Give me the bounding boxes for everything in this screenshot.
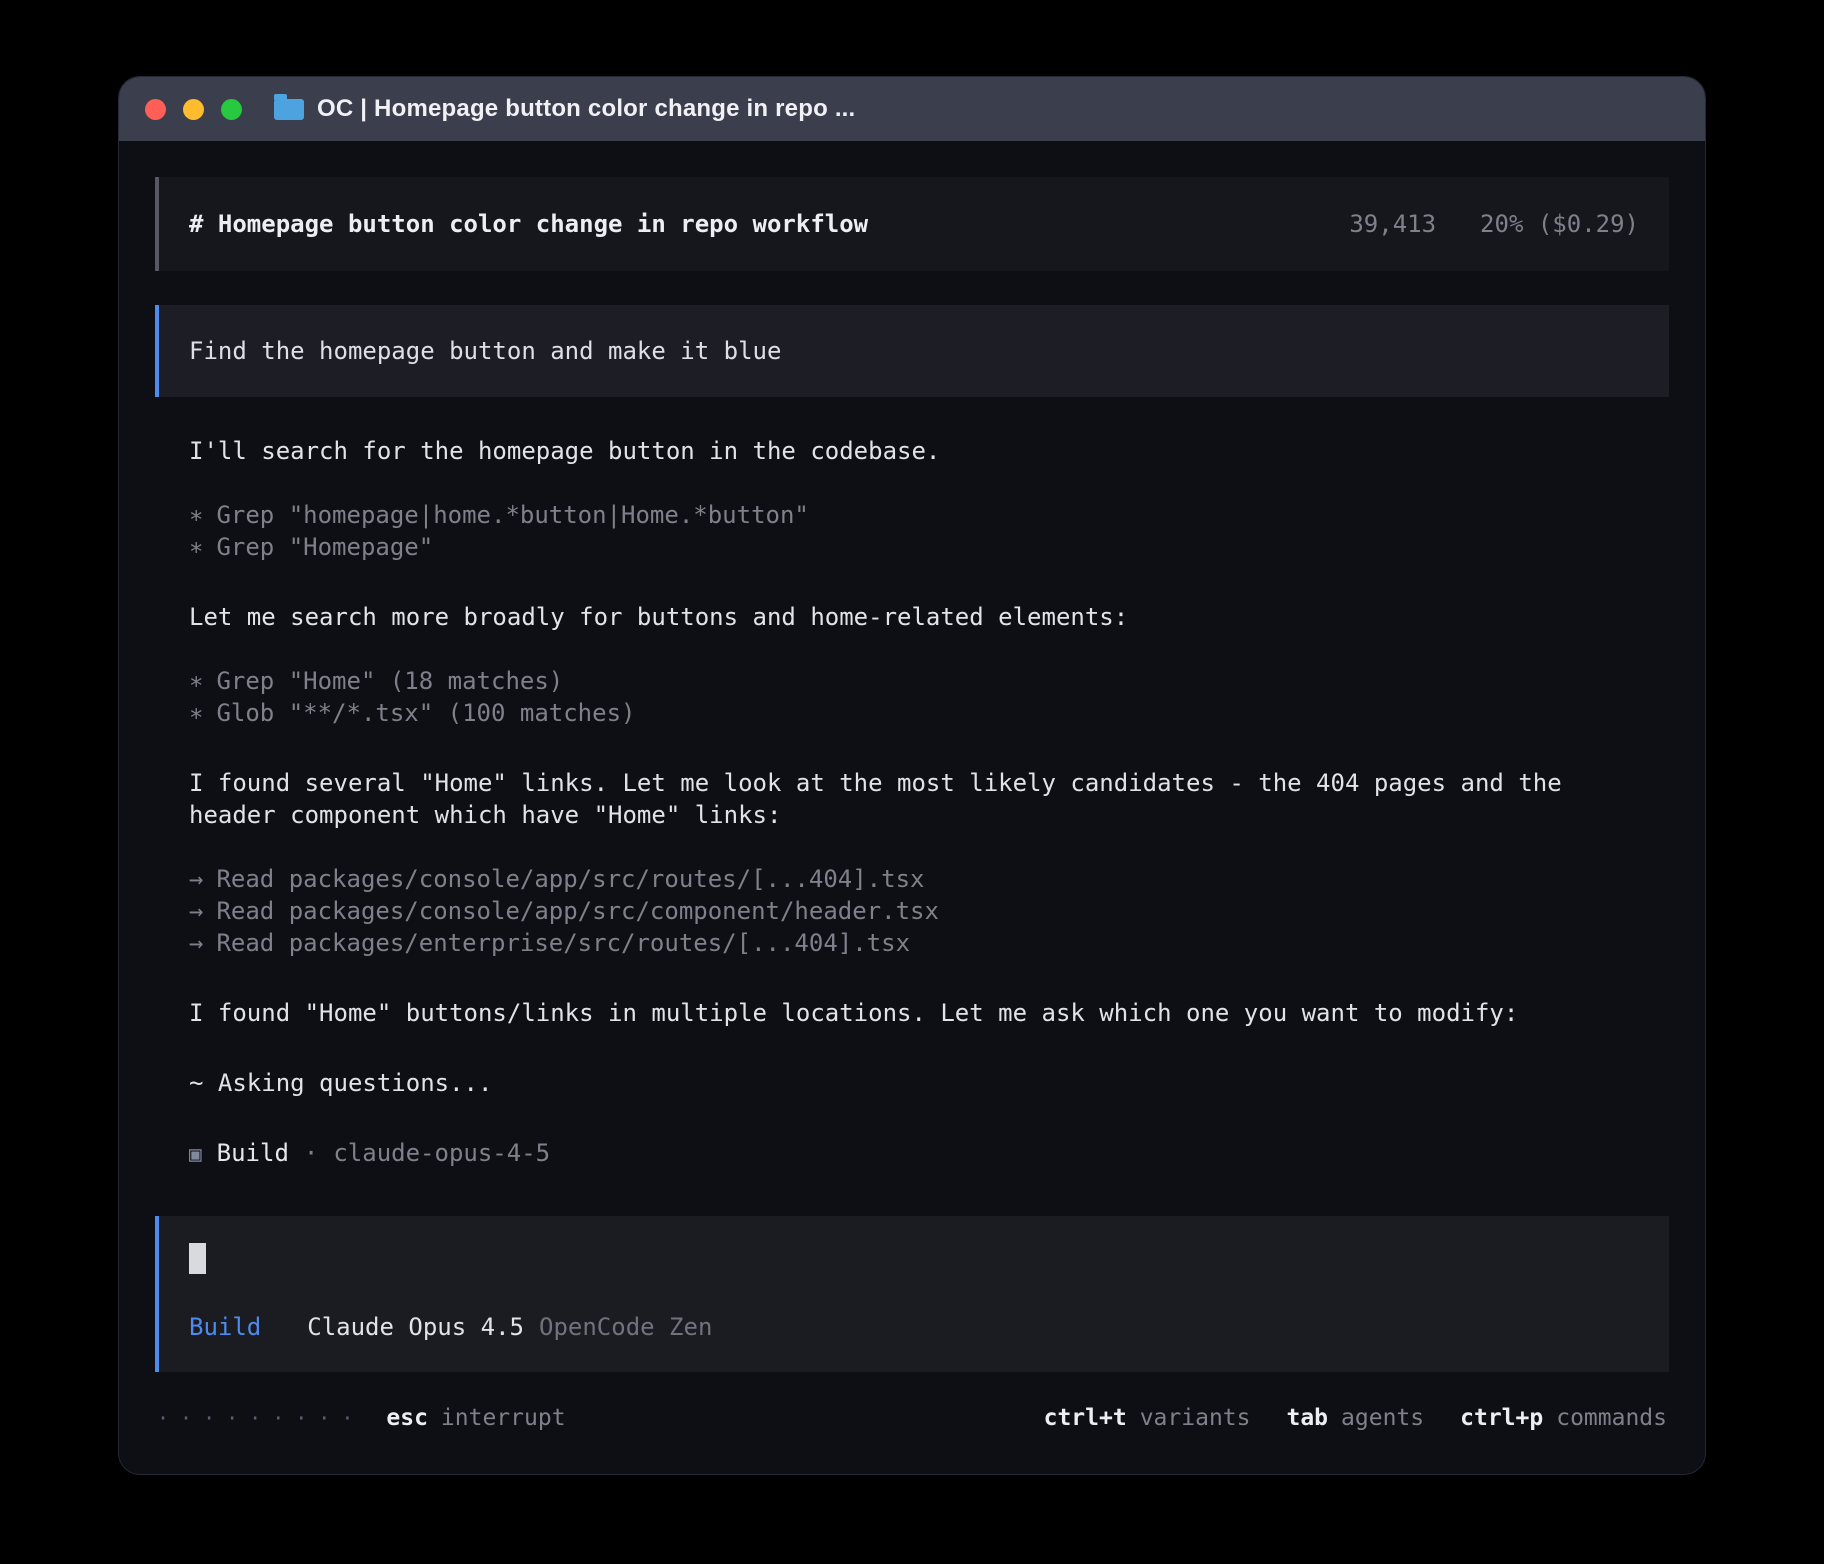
session-meta: 39,413 20% ($0.29) [1349, 208, 1639, 240]
status-bar-left: ········· esc interrupt [157, 1402, 566, 1434]
tool-call-group: ∗ Grep "Home" (18 matches) ∗ Glob "**/*.… [189, 665, 1669, 729]
zoom-button[interactable] [221, 99, 242, 120]
tool-call-line: ∗ Grep "Home" (18 matches) [189, 665, 1669, 697]
tool-call-line: → Read packages/console/app/src/routes/[… [189, 863, 1669, 895]
title-group: OC | Homepage button color change in rep… [274, 95, 855, 123]
progress-dots-icon: ········· [157, 1402, 364, 1434]
session-header: # Homepage button color change in repo w… [155, 177, 1669, 271]
grep-tool-icon: ∗ [189, 499, 203, 531]
shortcut-variants: ctrl+t variants [1044, 1402, 1251, 1434]
user-message-text: Find the homepage button and make it blu… [189, 337, 781, 365]
traffic-lights [145, 99, 242, 120]
prompt-input[interactable]: Build Claude Opus 4.5 OpenCode Zen [155, 1216, 1669, 1372]
assistant-paragraph: I'll search for the homepage button in t… [189, 435, 1589, 467]
shortcut-label: agents [1341, 1402, 1424, 1434]
assistant-paragraph: I found "Home" buttons/links in multiple… [189, 997, 1589, 1029]
assistant-paragraph: I found several "Home" links. Let me loo… [189, 767, 1589, 831]
tool-call-line: ∗ Glob "**/*.tsx" (100 matches) [189, 697, 1669, 729]
tool-call-line: → Read packages/enterprise/src/routes/[.… [189, 927, 1669, 959]
shortcut-key: tab [1286, 1402, 1328, 1434]
glob-tool-icon: ∗ [189, 697, 203, 729]
token-count: 39,413 [1349, 208, 1436, 240]
shortcut-key: ctrl+p [1460, 1402, 1543, 1434]
tool-call-line: → Read packages/console/app/src/componen… [189, 895, 1669, 927]
tool-call-text: Glob "**/*.tsx" (100 matches) [216, 697, 635, 729]
session-title: # Homepage button color change in repo w… [189, 208, 868, 240]
agent-name: Build [217, 1137, 289, 1169]
window-title: OC | Homepage button color change in rep… [317, 95, 855, 123]
tool-call-text: Read packages/console/app/src/routes/[..… [216, 863, 924, 895]
tool-call-line: ∗ Grep "homepage|home.*button|Home.*butt… [189, 499, 1669, 531]
folder-icon [274, 99, 304, 120]
agent-status-line: ▣ Build · claude-opus-4-5 [189, 1137, 1669, 1170]
shortcut-key: esc [386, 1402, 428, 1434]
shortcut-label: variants [1140, 1402, 1251, 1434]
tool-call-text: Read packages/console/app/src/component/… [216, 895, 938, 927]
context-usage: 20% ($0.29) [1480, 208, 1639, 240]
status-bar-right: ctrl+t variants tab agents ctrl+p comman… [1044, 1402, 1667, 1434]
shortcut-label: interrupt [441, 1402, 566, 1434]
tool-call-text: Read packages/enterprise/src/routes/[...… [216, 927, 910, 959]
status-line: ~ Asking questions... [189, 1067, 1589, 1099]
shortcut-label: commands [1556, 1402, 1667, 1434]
grep-tool-icon: ∗ [189, 531, 203, 563]
minimize-button[interactable] [183, 99, 204, 120]
read-tool-arrow-icon: → [189, 895, 203, 927]
user-message: Find the homepage button and make it blu… [155, 305, 1669, 397]
separator-dot: · [304, 1137, 318, 1169]
input-line[interactable] [189, 1243, 1639, 1282]
terminal-window: OC | Homepage button color change in rep… [118, 76, 1706, 1475]
input-status-row: Build Claude Opus 4.5 OpenCode Zen [189, 1311, 1639, 1343]
agent-model: claude-opus-4-5 [333, 1137, 550, 1169]
status-bar: ········· esc interrupt ctrl+t variants … [155, 1402, 1669, 1434]
agent-square-icon: ▣ [189, 1138, 202, 1170]
agent-mode-label[interactable]: Build [189, 1311, 261, 1343]
shortcut-interrupt: esc interrupt [386, 1402, 565, 1434]
read-tool-arrow-icon: → [189, 927, 203, 959]
provider-label: OpenCode Zen [539, 1311, 712, 1343]
close-button[interactable] [145, 99, 166, 120]
titlebar[interactable]: OC | Homepage button color change in rep… [119, 77, 1705, 141]
tool-call-text: Grep "Homepage" [216, 531, 433, 563]
tool-call-group: → Read packages/console/app/src/routes/[… [189, 863, 1669, 959]
model-name-label[interactable]: Claude Opus 4.5 [307, 1311, 524, 1343]
shortcut-key: ctrl+t [1044, 1402, 1127, 1434]
tool-call-text: Grep "homepage|home.*button|Home.*button… [216, 499, 808, 531]
text-cursor [189, 1243, 206, 1274]
grep-tool-icon: ∗ [189, 665, 203, 697]
tool-call-line: ∗ Grep "Homepage" [189, 531, 1669, 563]
shortcut-agents: tab agents [1286, 1402, 1424, 1434]
tool-call-group: ∗ Grep "homepage|home.*button|Home.*butt… [189, 499, 1669, 563]
read-tool-arrow-icon: → [189, 863, 203, 895]
shortcut-commands: ctrl+p commands [1460, 1402, 1667, 1434]
tool-call-text: Grep "Home" (18 matches) [216, 665, 563, 697]
terminal-content: # Homepage button color change in repo w… [119, 141, 1705, 1474]
assistant-paragraph: Let me search more broadly for buttons a… [189, 601, 1589, 633]
